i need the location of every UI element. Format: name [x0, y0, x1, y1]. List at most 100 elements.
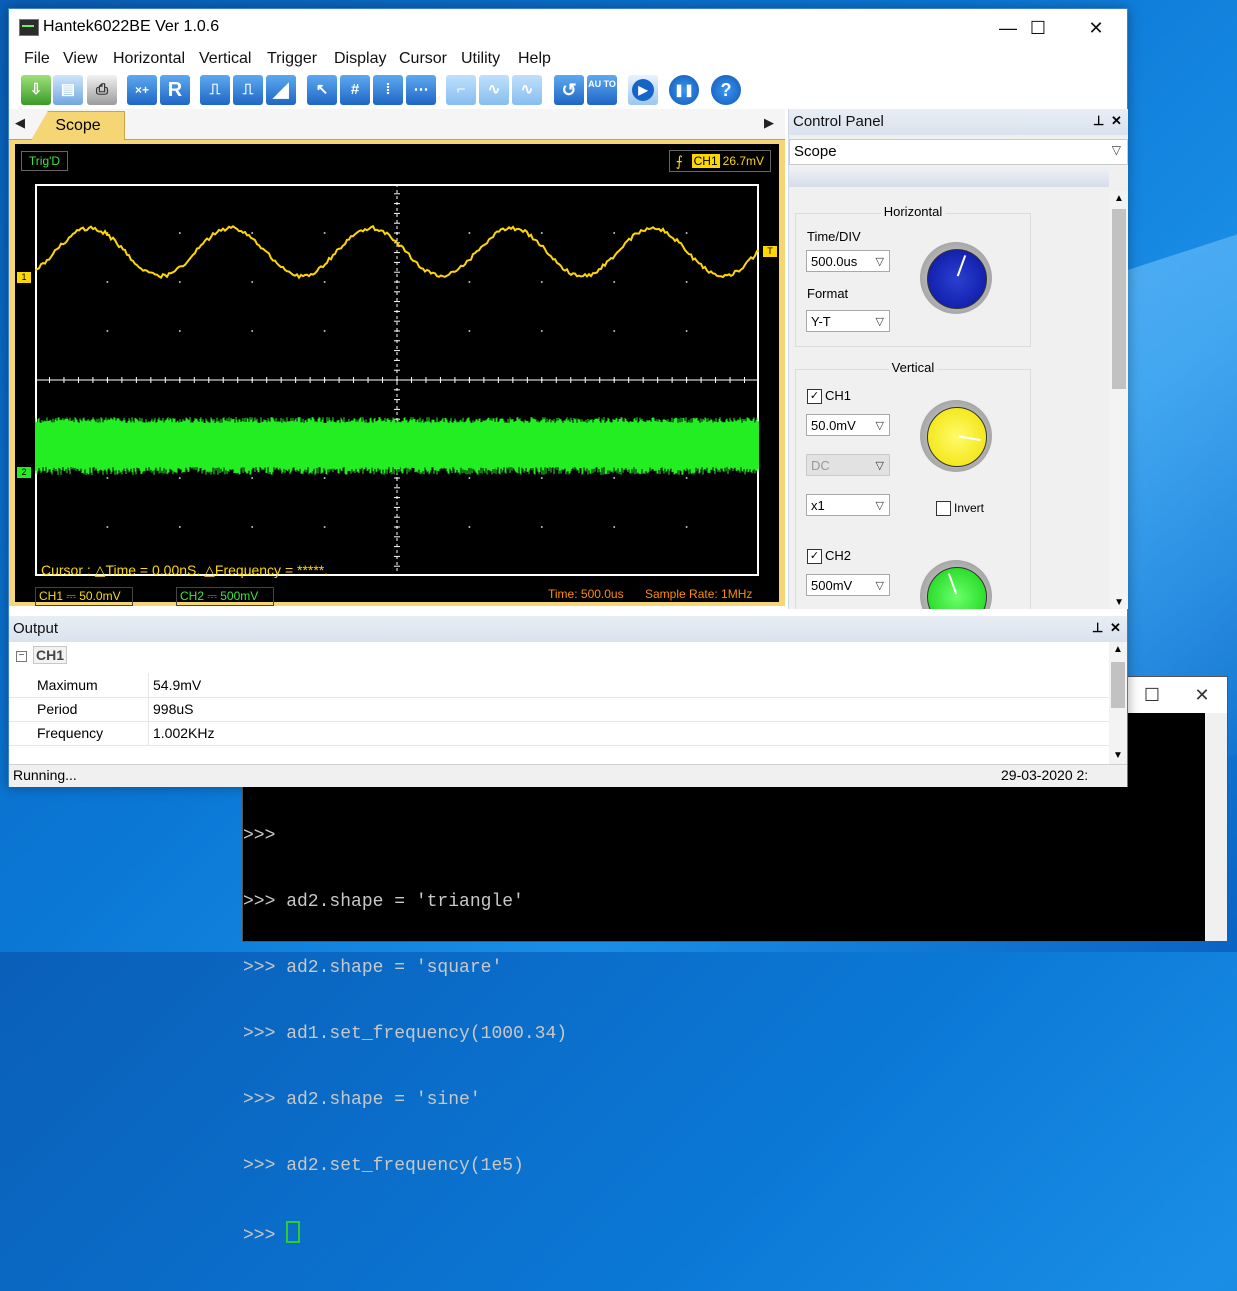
chevron-down-icon: ▽: [876, 251, 884, 273]
table-row: Maximum 54.9mV: [9, 673, 1109, 698]
time-div-select[interactable]: 500.0us ▽: [806, 250, 890, 272]
chevron-down-icon: ▽: [876, 311, 884, 333]
menu-file[interactable]: File: [24, 50, 50, 68]
pulse-icon[interactable]: ⎍: [200, 75, 230, 105]
time-div-label: Time/DIV: [807, 229, 861, 244]
sine-wave-icon[interactable]: ∿: [479, 75, 509, 105]
terminal-maximize-button[interactable]: ☐: [1127, 677, 1177, 713]
ch2-label: CH2: [825, 548, 851, 563]
menu-display[interactable]: Display: [334, 50, 386, 68]
output-group-ch1[interactable]: CH1: [33, 646, 67, 664]
terminal-close-button[interactable]: ✕: [1177, 677, 1227, 713]
panel-divider: [789, 167, 1109, 187]
tab-scroll-left-icon[interactable]: ◀: [15, 115, 25, 131]
maximize-button[interactable]: ☐: [1009, 9, 1067, 47]
panel-close-icon[interactable]: ✕: [1110, 620, 1121, 636]
menu-cursor[interactable]: Cursor: [399, 50, 447, 68]
reference-icon[interactable]: R: [160, 75, 190, 105]
pin-icon[interactable]: ⊥: [1092, 620, 1103, 636]
run-icon[interactable]: ▶: [628, 75, 658, 105]
scroll-up-icon[interactable]: ▲: [1113, 644, 1123, 655]
ch1-volts-value: 50.0mV: [811, 418, 856, 433]
scroll-up-icon[interactable]: ▲: [1114, 193, 1124, 204]
menu-utility[interactable]: Utility: [461, 50, 500, 68]
invert-label: Invert: [954, 501, 984, 515]
help-icon[interactable]: ?: [711, 75, 741, 105]
refresh-icon[interactable]: ↺: [554, 75, 584, 105]
trigger-level-value: 26.7mV: [723, 154, 764, 168]
status-bar: Running... 29-03-2020 2:: [9, 764, 1127, 787]
ch1-invert-checkbox[interactable]: [936, 501, 951, 516]
print-icon[interactable]: ⎙: [87, 75, 117, 105]
tab-scroll-right-icon[interactable]: ▶: [764, 115, 774, 131]
control-panel-scrollbar[interactable]: ▲: [1110, 191, 1128, 609]
ch1-volts-knob[interactable]: [920, 400, 992, 472]
text-cursor: [286, 1221, 300, 1243]
output-title: Output: [13, 620, 58, 637]
cursor-readout: Cursor : △Time = 0.00nS. △Frequency = **…: [41, 562, 328, 579]
status-datetime: 29-03-2020 2:: [1001, 767, 1119, 783]
pulse-width-icon[interactable]: ⎍: [233, 75, 263, 105]
vertical-cursor-icon[interactable]: ⁞: [373, 75, 403, 105]
ch2-offset-marker[interactable]: 2: [17, 467, 31, 478]
open-icon[interactable]: ⇩: [21, 75, 51, 105]
trigger-level-marker[interactable]: T: [763, 246, 777, 257]
sine-wave-alt-icon[interactable]: ∿: [512, 75, 542, 105]
menu-horizontal[interactable]: Horizontal: [113, 50, 185, 68]
terminal-output: >>> >>> ad2.shape = 'triangle' >>> ad2.s…: [243, 781, 567, 1291]
menu-trigger[interactable]: Trigger: [267, 50, 317, 68]
terminal-scrollbar[interactable]: [1205, 713, 1227, 941]
horizontal-group: Horizontal Time/DIV 500.0us ▽ Format Y-T ▽: [795, 213, 1031, 347]
output-scrollbar[interactable]: ▲ ▼: [1109, 642, 1127, 768]
math-icon[interactable]: ×+: [127, 75, 157, 105]
panel-mode-select[interactable]: Scope ▽: [789, 139, 1128, 165]
ch2-volts-select[interactable]: 500mV ▽: [806, 574, 890, 596]
menu-vertical[interactable]: Vertical: [199, 50, 251, 68]
table-row: Frequency 1.002KHz: [9, 721, 1109, 746]
pin-icon[interactable]: ⊥: [1093, 113, 1104, 129]
chevron-down-icon: ▽: [876, 575, 884, 597]
hantek-window: Hantek6022BE Ver 1.0.6 — ☐ ✕ File View H…: [8, 8, 1128, 787]
ch1-probe-select[interactable]: x1 ▽: [806, 494, 890, 516]
oscilloscope-app-icon: [19, 19, 39, 36]
tab-scope[interactable]: Scope: [31, 111, 125, 140]
scope-status-row: CH1 ⎓ 50.0mV CH2 ⎓ 500mV Time: 500.0us S…: [31, 586, 775, 604]
chevron-down-icon: ▽: [1112, 143, 1121, 157]
waveform-graticule[interactable]: [35, 184, 759, 576]
scroll-down-icon[interactable]: ▼: [1113, 750, 1123, 761]
cursor-icon[interactable]: ↖: [307, 75, 337, 105]
auto-icon[interactable]: AU TO: [587, 75, 617, 105]
horizontal-cursor-icon[interactable]: ⋯: [406, 75, 436, 105]
ch1-offset-marker[interactable]: 1: [17, 272, 31, 283]
pause-icon[interactable]: ❚❚: [669, 75, 699, 105]
menu-view[interactable]: View: [63, 50, 97, 68]
measure-value: 998uS: [153, 701, 193, 717]
scrollbar-thumb[interactable]: [1112, 209, 1126, 389]
menu-help[interactable]: Help: [518, 50, 551, 68]
timebase-knob[interactable]: [920, 242, 992, 314]
ch1-enable-checkbox[interactable]: ✓: [807, 389, 822, 404]
ramp-icon[interactable]: ◢: [266, 75, 296, 105]
table-row: Period 998uS: [9, 697, 1109, 722]
ch2-enable-checkbox[interactable]: ✓: [807, 549, 822, 564]
trigger-level-readout: ⨍ CH1 26.7mV: [669, 150, 771, 172]
format-select[interactable]: Y-T ▽: [806, 310, 890, 332]
terminal-line: >>> ad2.set_frequency(1e5): [243, 1155, 567, 1177]
panel-close-icon[interactable]: ✕: [1111, 113, 1122, 129]
collapse-icon[interactable]: −: [16, 651, 27, 662]
vertical-group: Vertical ✓ CH1 50.0mV ▽ DC ▽ x1 ▽ Invert ✓ …: [795, 369, 1031, 609]
save-icon[interactable]: ▤: [53, 75, 83, 105]
terminal-prompt-line[interactable]: >>>: [243, 1221, 567, 1247]
scope-display[interactable]: Trig'D ⨍ CH1 26.7mV 1 2 T Cursor : △Time =…: [15, 144, 779, 602]
scroll-down-icon[interactable]: ▼: [1114, 597, 1124, 608]
vertical-group-title: Vertical: [796, 360, 1030, 375]
scrollbar-thumb[interactable]: [1111, 662, 1125, 708]
square-wave-icon[interactable]: ⌐: [446, 75, 476, 105]
ch2-volts-knob[interactable]: [920, 560, 992, 609]
document-tab-strip: ◀ Scope ▶: [9, 109, 785, 140]
grid-icon[interactable]: #: [340, 75, 370, 105]
terminal-line: >>>: [243, 825, 567, 847]
chevron-down-icon: ▽: [876, 415, 884, 437]
close-button[interactable]: ✕: [1067, 9, 1125, 47]
ch1-volts-select[interactable]: 50.0mV ▽: [806, 414, 890, 436]
